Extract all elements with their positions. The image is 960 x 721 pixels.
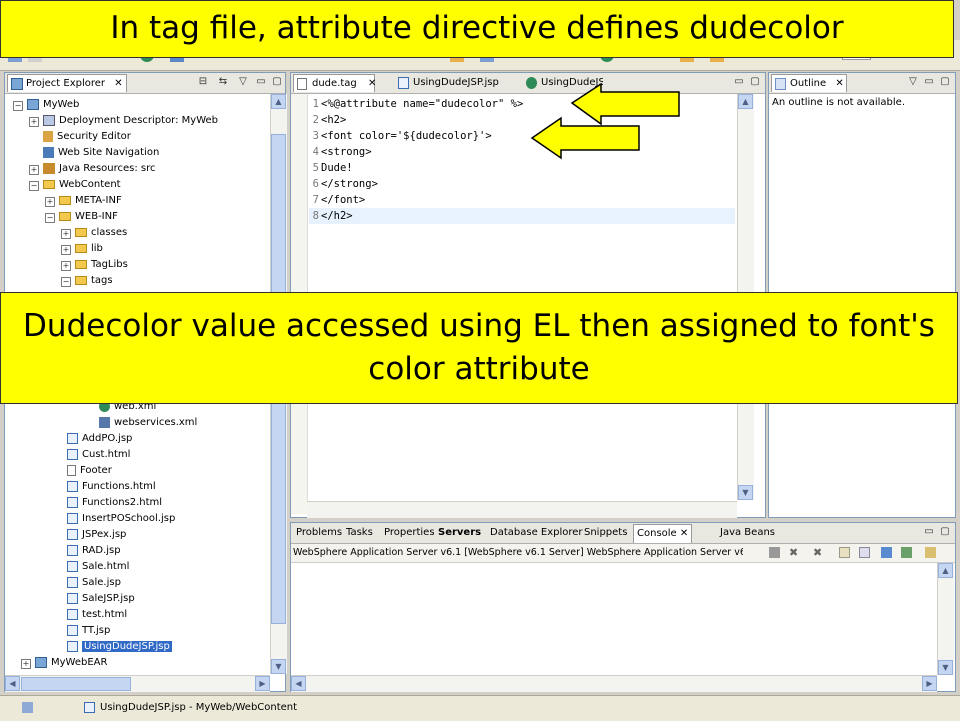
arrow-attribute-directive: [570, 82, 680, 126]
annotation-arrows: [530, 82, 680, 160]
arrow-font-color: [530, 116, 640, 160]
